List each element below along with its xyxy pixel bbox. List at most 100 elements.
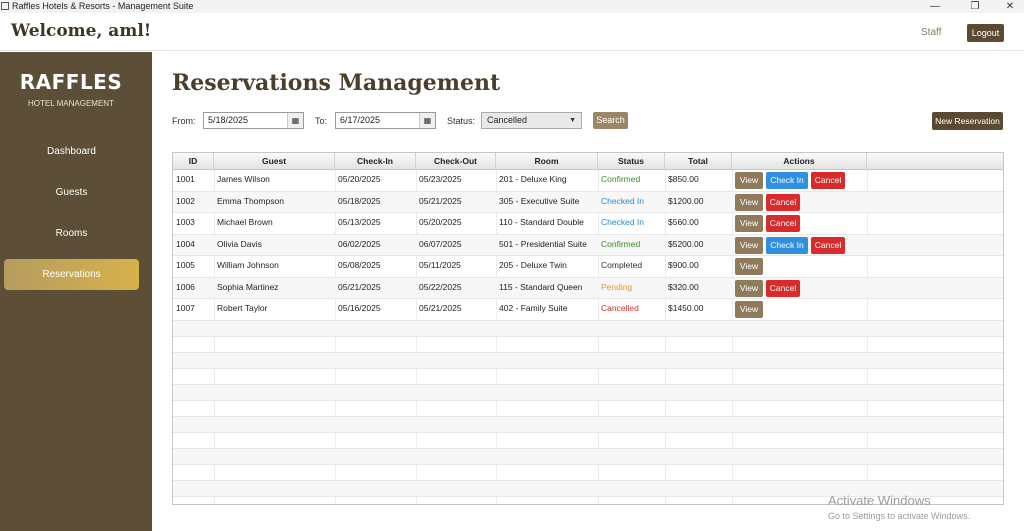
- to-date-field[interactable]: 6/17/2025 ▦: [335, 112, 436, 129]
- logout-button[interactable]: Logout: [967, 24, 1004, 42]
- sidebar-item-reservations[interactable]: Reservations: [4, 259, 139, 290]
- sidebar-item-rooms[interactable]: Rooms: [4, 218, 139, 249]
- calendar-icon[interactable]: ▦: [419, 113, 435, 128]
- empty-row: [173, 369, 1003, 385]
- column-header[interactable]: Room: [496, 153, 598, 170]
- cell-checkin: 05/16/2025: [338, 303, 381, 313]
- cell-guest: James Wilson: [217, 174, 270, 184]
- restore-icon[interactable]: ❐: [960, 0, 990, 13]
- cancel-button[interactable]: Cancel: [766, 193, 800, 211]
- cancel-button[interactable]: Cancel: [811, 172, 845, 189]
- cancel-button[interactable]: Cancel: [766, 279, 800, 297]
- cell-id: 1002: [176, 195, 195, 206]
- table-row[interactable]: 1002 Emma Thompson 05/18/2025 05/21/2025 305…: [173, 191, 1003, 213]
- cell-total: $320.00: [668, 281, 699, 292]
- view-button[interactable]: View: [735, 172, 763, 189]
- close-icon[interactable]: ✕: [995, 0, 1024, 13]
- status-select[interactable]: Cancelled ▼: [481, 112, 582, 129]
- cell-status: Confirmed: [601, 238, 641, 249]
- table-row[interactable]: 1005 William Johnson 05/08/2025 05/11/2025 2…: [173, 256, 1003, 278]
- cell-status: Completed: [601, 260, 643, 270]
- cell-checkin: 05/13/2025: [338, 217, 381, 227]
- from-date-field[interactable]: 5/18/2025 ▦: [203, 112, 304, 129]
- cell-id: 1001: [176, 174, 195, 184]
- to-label: To:: [315, 116, 328, 126]
- empty-row: [173, 352, 1003, 369]
- search-button[interactable]: Search: [593, 112, 628, 129]
- activation-watermark-title: Activate Windows: [828, 493, 931, 508]
- user-role: Staff: [921, 27, 942, 38]
- cell-status: Cancelled: [601, 303, 639, 313]
- cell-checkin: 06/02/2025: [338, 238, 381, 249]
- brand-logo: RAFFLES: [19, 70, 123, 94]
- reservations-table: ID Guest Check-In Check-Out Room Status Total A…: [172, 152, 1004, 505]
- cell-room: 402 - Family Suite: [499, 303, 568, 313]
- table-row[interactable]: 1006 Sophia Martinez 05/21/2025 05/22/2025 1…: [173, 277, 1003, 299]
- view-button[interactable]: View: [735, 236, 763, 254]
- check-in-button[interactable]: Check In: [766, 172, 808, 189]
- cell-guest: Emma Thompson: [217, 195, 284, 206]
- cell-checkout: 05/21/2025: [419, 195, 462, 206]
- table-row[interactable]: 1004 Olivia Davis 06/02/2025 06/07/2025 501 …: [173, 234, 1003, 256]
- table-row[interactable]: 1001 James Wilson 05/20/2025 05/23/2025 201 …: [173, 170, 1003, 192]
- cell-checkout: 05/22/2025: [419, 281, 462, 292]
- sidebar-item-dashboard[interactable]: Dashboard: [4, 136, 139, 167]
- cell-status: Checked In: [601, 217, 644, 227]
- cell-checkin: 05/21/2025: [338, 281, 381, 292]
- to-date-value: 6/17/2025: [340, 115, 381, 125]
- calendar-icon[interactable]: ▦: [287, 113, 303, 128]
- cell-id: 1007: [176, 303, 195, 313]
- empty-row: [173, 384, 1003, 401]
- activation-watermark-text: Go to Settings to activate Windows.: [828, 511, 971, 521]
- table-header: ID Guest Check-In Check-Out Room Status Total A…: [173, 153, 1003, 170]
- table-row[interactable]: 1007 Robert Taylor 05/16/2025 05/21/2025 402…: [173, 299, 1003, 321]
- column-header[interactable]: Total: [665, 153, 732, 170]
- cell-room: 205 - Deluxe Twin: [499, 260, 567, 270]
- cell-status: Pending: [601, 281, 633, 292]
- cell-guest: Sophia Martinez: [217, 281, 279, 292]
- cancel-button[interactable]: Cancel: [811, 236, 845, 254]
- cancel-button[interactable]: Cancel: [766, 215, 800, 232]
- empty-row: [173, 320, 1003, 337]
- cell-checkout: 05/21/2025: [419, 303, 462, 313]
- view-button[interactable]: View: [735, 301, 763, 318]
- column-header[interactable]: Check-In: [335, 153, 416, 170]
- cell-id: 1005: [176, 260, 195, 270]
- cell-guest: William Johnson: [217, 260, 279, 270]
- minimize-icon[interactable]: —: [920, 0, 950, 13]
- empty-row: [173, 465, 1003, 481]
- empty-row: [173, 337, 1003, 353]
- column-header[interactable]: Guest: [214, 153, 335, 170]
- sidebar: RAFFLES HOTEL MANAGEMENT Dashboard Guest…: [0, 52, 152, 531]
- cell-id: 1006: [176, 281, 195, 292]
- cell-total: $1450.00: [668, 303, 704, 313]
- cell-status: Confirmed: [601, 174, 641, 184]
- status-label: Status:: [447, 116, 476, 126]
- cell-id: 1004: [176, 238, 195, 249]
- sidebar-item-guests[interactable]: Guests: [4, 177, 139, 208]
- window-title: Raffles Hotels & Resorts - Management Su…: [12, 1, 194, 11]
- cell-total: $1200.00: [668, 195, 704, 206]
- status-select-value: Cancelled: [487, 115, 528, 125]
- new-reservation-button[interactable]: New Reservation: [932, 112, 1003, 130]
- column-header[interactable]: ID: [173, 153, 214, 170]
- view-button[interactable]: View: [735, 215, 763, 232]
- empty-row: [173, 448, 1003, 465]
- check-in-button[interactable]: Check In: [766, 236, 808, 254]
- cell-guest: Olivia Davis: [217, 238, 262, 249]
- cell-total: $560.00: [668, 217, 699, 227]
- cell-room: 115 - Standard Queen: [499, 281, 583, 292]
- cell-checkout: 05/20/2025: [419, 217, 462, 227]
- view-button[interactable]: View: [735, 193, 763, 211]
- table-row[interactable]: 1003 Michael Brown 05/13/2025 05/20/2025 110…: [173, 213, 1003, 235]
- empty-row: [173, 416, 1003, 433]
- empty-row: [173, 401, 1003, 417]
- brand-subtitle: HOTEL MANAGEMENT: [28, 99, 114, 108]
- cell-total: $850.00: [668, 174, 699, 184]
- column-header[interactable]: Actions: [732, 153, 867, 170]
- cell-total: $900.00: [668, 260, 699, 270]
- view-button[interactable]: View: [735, 258, 763, 275]
- column-header[interactable]: Check-Out: [416, 153, 496, 170]
- column-header[interactable]: Status: [598, 153, 665, 170]
- view-button[interactable]: View: [735, 279, 763, 297]
